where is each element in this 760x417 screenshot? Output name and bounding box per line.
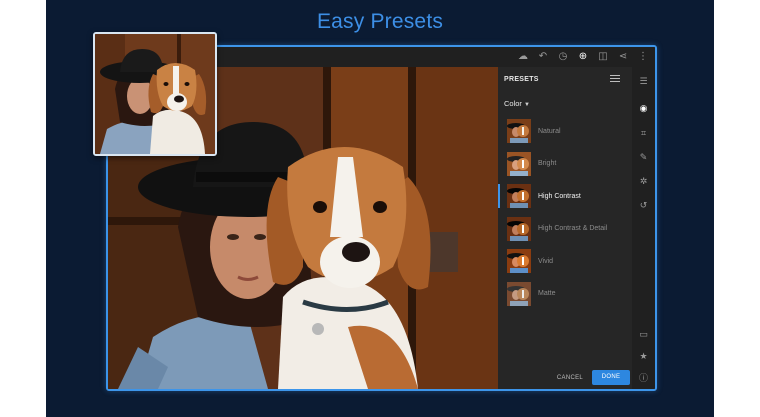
crop-icon[interactable]: ⌗: [632, 128, 655, 138]
preset-label: Matte: [538, 290, 556, 298]
done-button[interactable]: DONE: [592, 370, 630, 385]
star-icon[interactable]: ★: [632, 351, 655, 361]
more-icon[interactable]: ⋮: [637, 51, 649, 63]
presets-panel: PRESETS Color ▼ Natural Bright High Cont…: [498, 67, 632, 389]
tool-strip: ☰ ◉ ⌗ ✎ ✲ ↺ ▭ ★ ⓘ: [632, 67, 655, 389]
panel-title: PRESETS: [504, 76, 539, 83]
preset-label: Natural: [538, 127, 561, 135]
preset-thumbnail: [507, 184, 531, 209]
preset-label: Bright: [538, 160, 557, 168]
history-icon[interactable]: ◷: [557, 51, 569, 63]
preset-label: Vivid: [538, 257, 554, 265]
add-icon[interactable]: ⊕: [577, 51, 589, 63]
compare-icon[interactable]: ◫: [597, 51, 609, 63]
panel-menu-icon[interactable]: [610, 75, 620, 84]
headline: Easy Presets: [316, 10, 444, 33]
versions-icon[interactable]: ↺: [632, 200, 655, 210]
undo-icon[interactable]: ↶: [537, 51, 549, 63]
preset-high-contrast[interactable]: High Contrast: [498, 180, 632, 213]
preset-thumbnail: [507, 119, 531, 144]
selective-icon[interactable]: ✲: [632, 176, 655, 186]
preset-vivid[interactable]: Vivid: [498, 245, 632, 278]
preset-high-contrast-detail[interactable]: High Contrast & Detail: [498, 213, 632, 246]
before-preview: [93, 32, 217, 156]
preset-label: High Contrast & Detail: [538, 225, 608, 233]
preset-list: Natural Bright High Contrast High Contra…: [498, 115, 632, 310]
preset-thumbnail: [507, 216, 531, 241]
share-icon[interactable]: ⋖: [617, 51, 629, 63]
healing-brush-icon[interactable]: ✎: [632, 152, 655, 162]
cancel-button[interactable]: CANCEL: [553, 371, 587, 385]
top-bar: ☁ ↶ ◷ ⊕ ◫ ⋖ ⋮: [498, 47, 655, 67]
presets-icon[interactable]: ◉: [632, 103, 655, 113]
info-icon[interactable]: ⓘ: [632, 373, 655, 383]
panel-actions: CANCEL DONE: [498, 365, 632, 389]
preset-group-select[interactable]: Color ▼: [504, 99, 530, 108]
preset-matte[interactable]: Matte: [498, 278, 632, 311]
preset-group-label: Color: [504, 99, 522, 108]
cloud-icon[interactable]: ☁: [517, 51, 529, 63]
preset-natural[interactable]: Natural: [498, 115, 632, 148]
preset-bright[interactable]: Bright: [498, 148, 632, 181]
preset-thumbnail: [507, 151, 531, 176]
preset-thumbnail: [507, 281, 531, 306]
preset-thumbnail: [507, 249, 531, 274]
comment-icon[interactable]: ▭: [632, 329, 655, 339]
selected-indicator: [498, 184, 500, 208]
chevron-down-icon: ▼: [523, 102, 530, 108]
preset-label: High Contrast: [538, 192, 581, 200]
edit-sliders-icon[interactable]: ☰: [632, 76, 655, 86]
